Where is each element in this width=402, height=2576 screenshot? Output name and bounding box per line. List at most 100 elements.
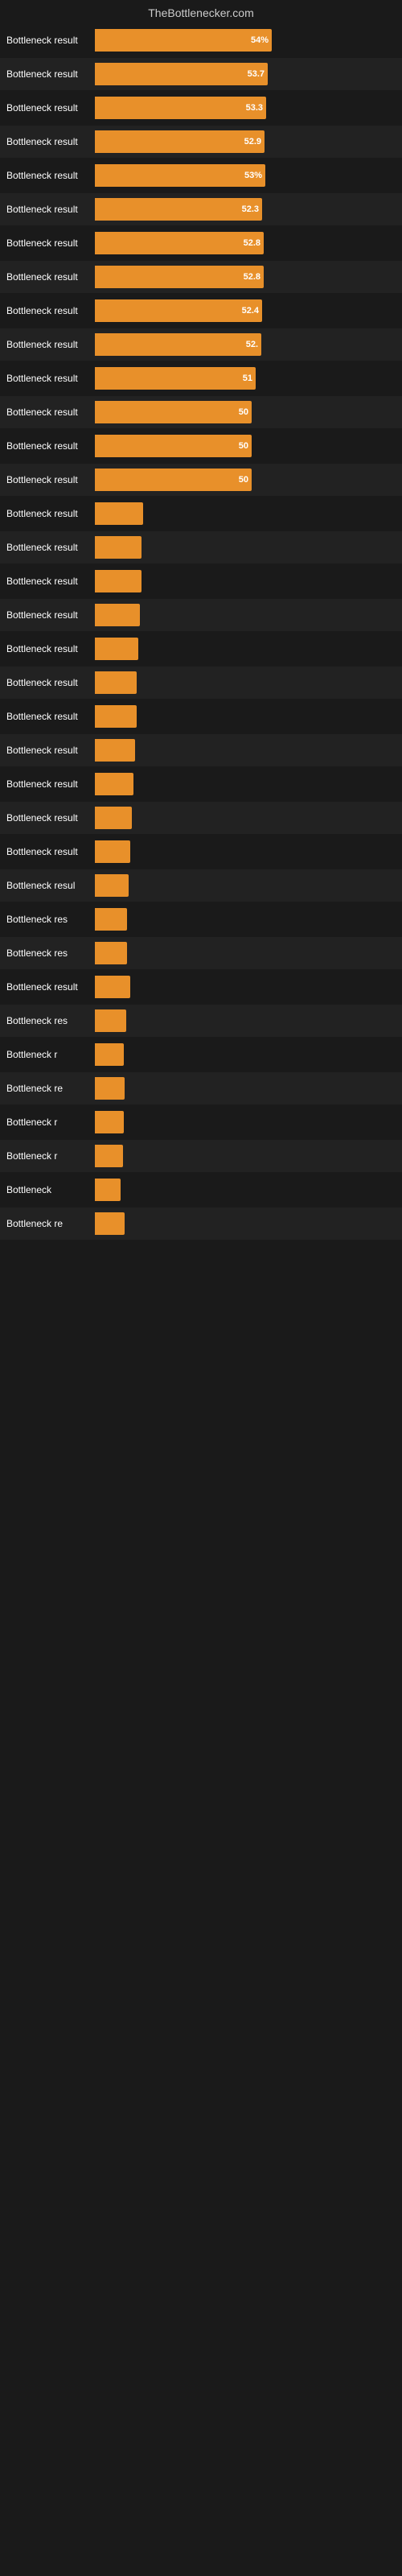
bar-label: Bottleneck result bbox=[6, 778, 95, 790]
bar-value: 52.3 bbox=[242, 204, 259, 214]
bar-wrapper bbox=[95, 671, 396, 694]
bar-label: Bottleneck result bbox=[6, 643, 95, 654]
bar-wrapper bbox=[95, 638, 396, 660]
bar-label: Bottleneck result bbox=[6, 136, 95, 147]
bar-row: Bottleneck r bbox=[0, 1106, 402, 1138]
bar-fill bbox=[95, 570, 142, 592]
bar-wrapper: 53.7 bbox=[95, 63, 396, 85]
bar-fill bbox=[95, 536, 142, 559]
bar-wrapper: 50 bbox=[95, 469, 396, 491]
bar-row: Bottleneck result bbox=[0, 836, 402, 868]
bar-label: Bottleneck r bbox=[6, 1117, 95, 1128]
bar-fill bbox=[95, 773, 133, 795]
bar-label: Bottleneck result bbox=[6, 711, 95, 722]
bar-row: Bottleneck result bbox=[0, 700, 402, 733]
bar-label: Bottleneck result bbox=[6, 305, 95, 316]
bar-row: Bottleneck r bbox=[0, 1140, 402, 1172]
bar-label: Bottleneck result bbox=[6, 576, 95, 587]
bar-label: Bottleneck result bbox=[6, 677, 95, 688]
bar-wrapper bbox=[95, 942, 396, 964]
bar-value: 52.9 bbox=[244, 137, 261, 147]
bar-value: 52.8 bbox=[244, 272, 260, 282]
bar-label: Bottleneck r bbox=[6, 1150, 95, 1162]
bar-row: Bottleneck result 52.9 bbox=[0, 126, 402, 158]
bar-fill: 50 bbox=[95, 435, 252, 457]
bar-row: Bottleneck result53.7 bbox=[0, 58, 402, 90]
bar-value: 52. bbox=[246, 340, 258, 349]
bar-row: Bottleneck result bbox=[0, 971, 402, 1003]
bar-wrapper bbox=[95, 1009, 396, 1032]
bar-value: 53% bbox=[244, 171, 262, 180]
bar-row: Bottleneck result bbox=[0, 497, 402, 530]
bar-wrapper bbox=[95, 976, 396, 998]
bar-row: Bottleneck result bbox=[0, 802, 402, 834]
bar-row: Bottleneck result 50 bbox=[0, 430, 402, 462]
bar-label: Bottleneck result bbox=[6, 440, 95, 452]
bar-row: Bottleneck res bbox=[0, 1005, 402, 1037]
bar-label: Bottleneck result bbox=[6, 35, 95, 46]
bar-row: Bottleneck resul bbox=[0, 869, 402, 902]
bar-row: Bottleneck res bbox=[0, 903, 402, 935]
bar-fill: 52.8 bbox=[95, 266, 264, 288]
bar-label: Bottleneck result bbox=[6, 846, 95, 857]
bar-label: Bottleneck r bbox=[6, 1049, 95, 1060]
bar-label: Bottleneck resul bbox=[6, 880, 95, 891]
bar-fill: 53.7 bbox=[95, 63, 268, 85]
bar-wrapper bbox=[95, 536, 396, 559]
bar-fill bbox=[95, 1212, 125, 1235]
bar-label: Bottleneck result bbox=[6, 271, 95, 283]
bar-label: Bottleneck result bbox=[6, 170, 95, 181]
bar-wrapper: 50 bbox=[95, 401, 396, 423]
bar-fill: 52.4 bbox=[95, 299, 262, 322]
bar-value: 50 bbox=[239, 441, 248, 451]
bar-row: Bottleneck bbox=[0, 1174, 402, 1206]
bar-row: Bottleneck result53.3 bbox=[0, 92, 402, 124]
bar-fill bbox=[95, 671, 137, 694]
bar-wrapper: 52.4 bbox=[95, 299, 396, 322]
bar-row: Bottleneck result 52.3 bbox=[0, 193, 402, 225]
bar-fill bbox=[95, 942, 127, 964]
bar-label: Bottleneck result bbox=[6, 339, 95, 350]
bar-label: Bottleneck result bbox=[6, 745, 95, 756]
bar-fill: 54% bbox=[95, 29, 272, 52]
bar-wrapper bbox=[95, 874, 396, 897]
bar-label: Bottleneck result bbox=[6, 407, 95, 418]
bar-label: Bottleneck result bbox=[6, 102, 95, 114]
bar-fill: 50 bbox=[95, 469, 252, 491]
bar-fill: 52.9 bbox=[95, 130, 265, 153]
bar-value: 52.4 bbox=[242, 306, 259, 316]
bar-row: Bottleneck result 53% bbox=[0, 159, 402, 192]
bar-fill bbox=[95, 739, 135, 762]
bar-label: Bottleneck result bbox=[6, 204, 95, 215]
bar-label: Bottleneck result bbox=[6, 609, 95, 621]
bar-row: Bottleneck result51 bbox=[0, 362, 402, 394]
bar-wrapper bbox=[95, 1212, 396, 1235]
bar-wrapper: 52.8 bbox=[95, 232, 396, 254]
bar-row: Bottleneck result bbox=[0, 768, 402, 800]
bar-fill bbox=[95, 807, 132, 829]
bar-fill bbox=[95, 705, 137, 728]
bar-wrapper: 52. bbox=[95, 333, 396, 356]
bar-label: Bottleneck result bbox=[6, 812, 95, 824]
bar-fill bbox=[95, 502, 143, 525]
bar-row: Bottleneck result bbox=[0, 565, 402, 597]
bar-wrapper bbox=[95, 570, 396, 592]
bar-fill: 53% bbox=[95, 164, 265, 187]
bar-wrapper bbox=[95, 840, 396, 863]
bar-row: Bottleneck result bbox=[0, 667, 402, 699]
bar-fill bbox=[95, 908, 127, 931]
bar-wrapper: 54% bbox=[95, 29, 396, 52]
bar-label: Bottleneck result bbox=[6, 373, 95, 384]
bar-fill bbox=[95, 1145, 123, 1167]
bar-wrapper bbox=[95, 773, 396, 795]
bar-row: Bottleneck result 52.4 bbox=[0, 295, 402, 327]
bar-fill bbox=[95, 840, 130, 863]
bar-row: Bottleneck result52.8 bbox=[0, 227, 402, 259]
bar-label: Bottleneck res bbox=[6, 947, 95, 959]
bar-row: Bottleneck r bbox=[0, 1038, 402, 1071]
bar-value: 50 bbox=[239, 475, 248, 485]
bar-fill bbox=[95, 1179, 121, 1201]
bar-fill bbox=[95, 1009, 126, 1032]
site-title: TheBottlenecker.com bbox=[0, 0, 402, 24]
bar-value: 52.8 bbox=[244, 238, 260, 248]
